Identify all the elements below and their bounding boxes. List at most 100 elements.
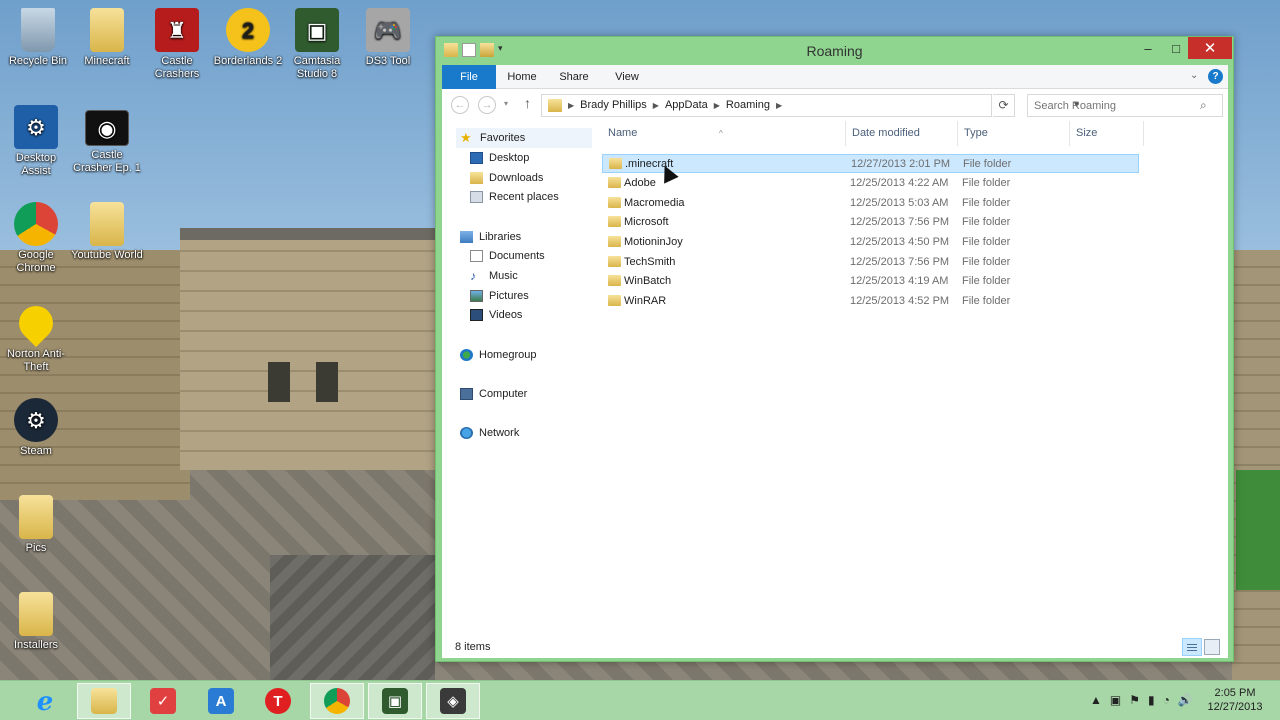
taskbar-chrome[interactable]: [310, 683, 364, 719]
desktop-icon-steam[interactable]: ⚙ Steam: [0, 398, 72, 458]
taskbar-file-explorer[interactable]: [77, 683, 131, 719]
item-count: 8 items: [455, 641, 491, 653]
search-box[interactable]: ⌕: [1027, 94, 1223, 117]
chevron-right-icon[interactable]: ▶: [776, 101, 782, 110]
desktop-icon-recycle-bin[interactable]: Recycle Bin: [2, 8, 74, 68]
folder-icon: [608, 236, 621, 247]
folder-icon: [608, 197, 621, 208]
show-hidden-icons-icon[interactable]: ▲: [1090, 693, 1102, 707]
file-name: Microsoft: [624, 216, 669, 228]
recent-places-icon: [470, 191, 483, 203]
expand-ribbon-icon[interactable]: ⌄: [1190, 70, 1198, 81]
desktop-icon-borderlands[interactable]: 2 Borderlands 2: [212, 8, 284, 68]
desktop-icon-camtasia[interactable]: ▣ Camtasia Studio 8: [281, 8, 353, 81]
search-icon[interactable]: ⌕: [1200, 98, 1207, 113]
wallpaper-wall-right: [1232, 250, 1280, 680]
nav-network[interactable]: Network: [460, 423, 519, 443]
up-button[interactable]: ↑: [524, 95, 531, 111]
column-header-size[interactable]: Size: [1070, 121, 1144, 146]
breadcrumb-item[interactable]: Roaming: [726, 99, 770, 111]
nav-recent-places[interactable]: Recent places: [470, 187, 559, 207]
videos-icon: [470, 309, 483, 321]
maximize-button[interactable]: □: [1161, 37, 1191, 59]
details-view-icon[interactable]: [1182, 638, 1202, 656]
taskbar-camtasia-recorder[interactable]: ◈: [426, 683, 480, 719]
desktop-icon-google-chrome[interactable]: Google Chrome: [0, 202, 72, 275]
nav-videos[interactable]: Videos: [470, 305, 522, 325]
desktop-icon-label: Installers: [13, 639, 59, 651]
desktop-icon-desktop-assist[interactable]: ⚙ Desktop Assist: [0, 105, 72, 178]
desktop-icon-minecraft[interactable]: Minecraft: [71, 8, 143, 68]
column-header-type[interactable]: Type: [958, 121, 1070, 146]
wallpaper-leaves: [1236, 470, 1280, 590]
help-icon[interactable]: ?: [1208, 69, 1223, 84]
breadcrumb-item[interactable]: AppData: [665, 99, 708, 111]
column-header-name[interactable]: Name ^: [602, 121, 846, 146]
file-row-selected[interactable]: .minecraft 12/27/2013 2:01 PM File folde…: [602, 154, 1139, 173]
wifi-icon[interactable]: ◔: [1163, 693, 1170, 707]
tab-share[interactable]: Share: [552, 65, 596, 89]
flag-icon[interactable]: ⚑: [1129, 693, 1140, 707]
sort-ascending-icon: ^: [719, 129, 723, 138]
taskbar-camtasia[interactable]: ▣: [368, 683, 422, 719]
chevron-right-icon[interactable]: ▶: [714, 101, 720, 110]
clock[interactable]: 2:05 PM 12/27/2013: [1195, 686, 1275, 714]
nav-label: Desktop: [489, 152, 530, 164]
nav-label: Music: [489, 270, 518, 282]
taskbar-app-t[interactable]: T: [251, 683, 305, 719]
breadcrumb-item[interactable]: Brady Phillips: [580, 99, 647, 111]
refresh-button[interactable]: ⟳: [993, 94, 1015, 117]
desktop-icon-norton-anti-theft[interactable]: Norton Anti-Theft: [0, 298, 72, 374]
file-row[interactable]: WinBatch 12/25/2013 4:19 AM File folder: [602, 272, 1139, 291]
desktop-icon-ds3-tool[interactable]: 🎮 DS3 Tool: [352, 8, 424, 68]
folder-icon: [608, 177, 621, 188]
address-bar[interactable]: ▶ Brady Phillips ▶ AppData ▶ Roaming ▶ ▼: [541, 94, 1081, 117]
desktop-icon-installers[interactable]: Installers: [0, 592, 72, 652]
folder-icon: [608, 216, 621, 227]
column-header-date-modified[interactable]: Date modified: [846, 121, 958, 146]
camtasia-icon: ▣: [382, 688, 408, 714]
tray-app-icon[interactable]: ▣: [1110, 693, 1121, 707]
minimize-button[interactable]: –: [1133, 37, 1163, 59]
large-icons-view-icon[interactable]: [1204, 639, 1220, 655]
remember-icon: ✓: [150, 688, 176, 714]
desktop-icon-castle-crashers[interactable]: ♜ Castle Crashers: [141, 8, 213, 81]
desktop-icon-castle-crasher-ep1[interactable]: ◉ Castle Crasher Ep. 1: [71, 110, 143, 175]
volume-icon[interactable]: 🔊: [1178, 693, 1193, 707]
tab-view[interactable]: View: [605, 65, 649, 89]
nav-documents[interactable]: Documents: [470, 246, 545, 266]
close-button[interactable]: ✕: [1188, 37, 1232, 59]
nav-pictures[interactable]: Pictures: [470, 286, 529, 306]
file-row[interactable]: Macromedia 12/25/2013 5:03 AM File folde…: [602, 194, 1139, 213]
nav-desktop[interactable]: Desktop: [470, 148, 529, 168]
nav-music[interactable]: ♪ Music: [470, 266, 518, 286]
nav-downloads[interactable]: Downloads: [470, 168, 543, 188]
nav-libraries[interactable]: Libraries: [460, 227, 521, 247]
desktop-icon-pics[interactable]: Pics: [0, 495, 72, 555]
title-bar[interactable]: ▾ Roaming – □ ✕: [436, 37, 1233, 65]
tab-file[interactable]: File: [442, 65, 496, 89]
nav-homegroup[interactable]: Homegroup: [460, 345, 536, 365]
desktop-icon-label: Desktop Assist: [15, 152, 57, 177]
chevron-right-icon[interactable]: ▶: [653, 101, 659, 110]
recent-locations-icon[interactable]: ▾: [504, 99, 508, 108]
nav-computer[interactable]: Computer: [460, 384, 527, 404]
nav-favorites[interactable]: ★ Favorites: [456, 128, 592, 148]
taskbar-app-a[interactable]: A: [194, 683, 248, 719]
file-row[interactable]: WinRAR 12/25/2013 4:52 PM File folder: [602, 292, 1139, 311]
file-row[interactable]: MotioninJoy 12/25/2013 4:50 PM File fold…: [602, 233, 1139, 252]
camtasia-icon: ▣: [295, 8, 339, 52]
forward-button[interactable]: →: [478, 96, 496, 114]
taskbar-remember[interactable]: ✓: [136, 683, 190, 719]
desktop-icon-youtube-world[interactable]: Youtube World: [71, 202, 143, 262]
breadcrumb: ▶ Brady Phillips ▶ AppData ▶ Roaming ▶: [568, 99, 782, 111]
file-row[interactable]: TechSmith 12/25/2013 7:56 PM File folder: [602, 253, 1139, 272]
tab-home[interactable]: Home: [500, 65, 544, 89]
search-input[interactable]: [1034, 98, 1194, 114]
taskbar-internet-explorer[interactable]: ℯ: [18, 683, 72, 719]
file-row[interactable]: Microsoft 12/25/2013 7:56 PM File folder: [602, 213, 1139, 232]
battery-icon[interactable]: ▮: [1148, 693, 1155, 707]
file-row[interactable]: Adobe 12/25/2013 4:22 AM File folder: [602, 174, 1139, 193]
back-button[interactable]: ←: [451, 96, 469, 114]
chevron-right-icon[interactable]: ▶: [568, 101, 574, 110]
